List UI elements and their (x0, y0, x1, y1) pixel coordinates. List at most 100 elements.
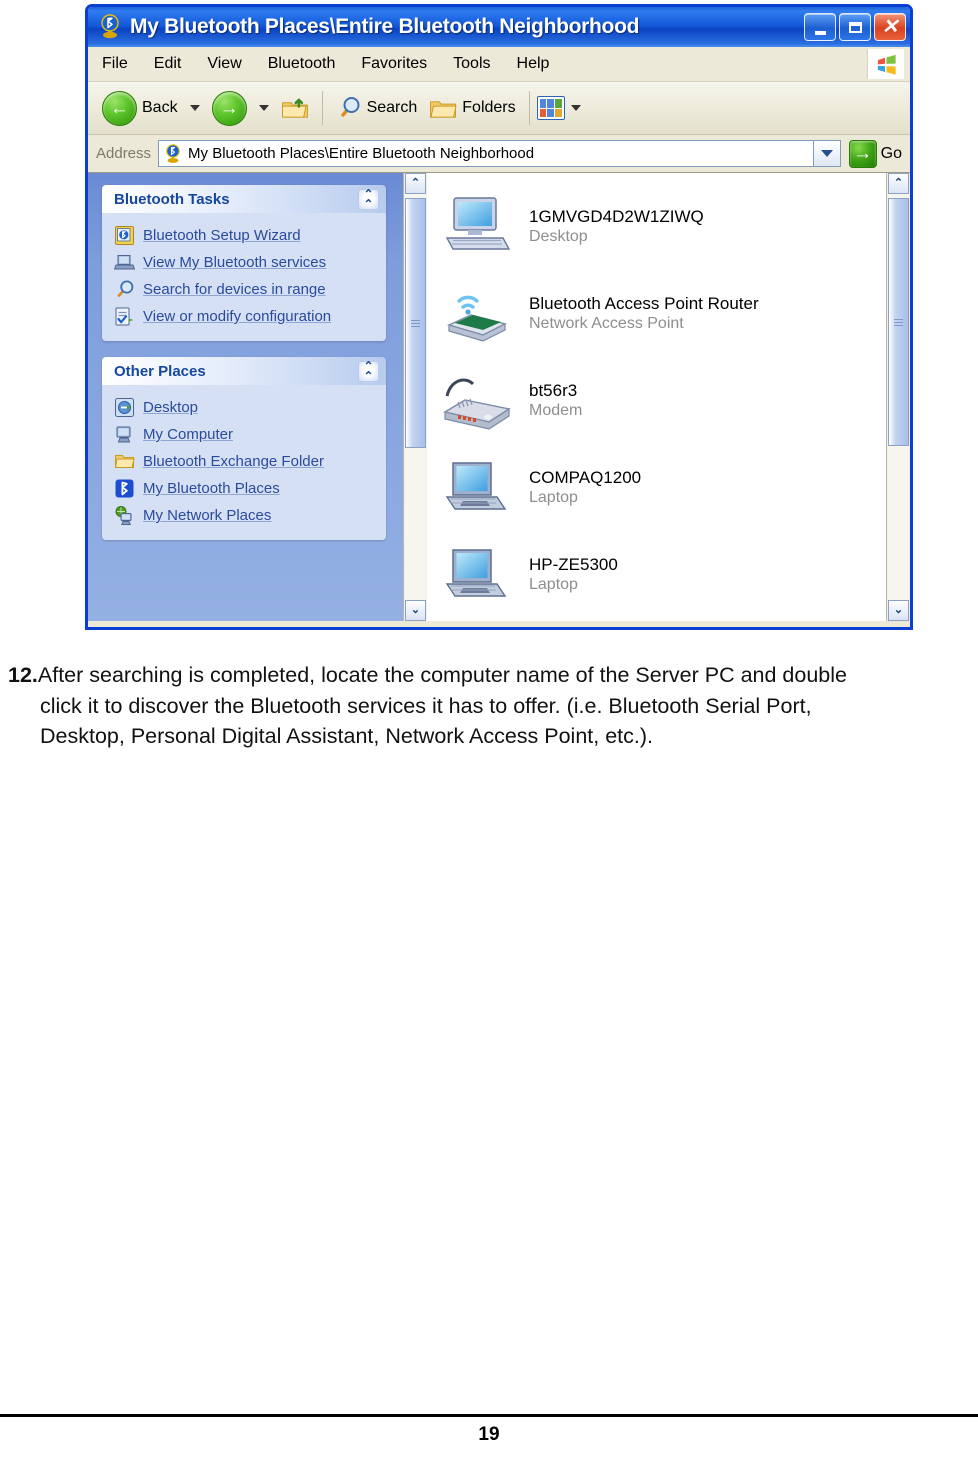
search-magnifier-icon (336, 95, 362, 121)
footer-divider (0, 1414, 978, 1417)
menu-item-bluetooth[interactable]: Bluetooth (256, 52, 348, 76)
panel-header[interactable]: Bluetooth Tasks ⌃ ⌃ (102, 185, 386, 213)
device-type: Modem (529, 402, 583, 420)
navigation-toolbar: ← Back → Search Folders (88, 82, 910, 135)
sidebar-item-label: Search for devices in range (143, 281, 326, 298)
up-folder-icon (281, 97, 309, 120)
sidebar-item-desktop[interactable]: Desktop (102, 394, 386, 421)
menu-item-tools[interactable]: Tools (441, 52, 502, 76)
sidebar-item-search-for-devices-in-range[interactable]: Search for devices in range (102, 276, 386, 303)
menu-item-file[interactable]: File (90, 52, 140, 76)
step-number: 12. (8, 663, 38, 687)
configuration-icon (114, 306, 135, 327)
menu-bar: File Edit View Bluetooth Favorites Tools… (88, 47, 910, 82)
menu-item-edit[interactable]: Edit (142, 52, 194, 76)
sidebar-item-view-my-bluetooth-services[interactable]: View My Bluetooth services (102, 249, 386, 276)
scroll-up-button[interactable]: ⌃ (888, 173, 909, 194)
chevron-up-double-icon[interactable]: ⌃ ⌃ (358, 360, 379, 382)
list-item[interactable]: 1GMVGD4D2W1ZIWQ Desktop (441, 183, 886, 270)
up-button[interactable] (275, 95, 315, 122)
views-dropdown-caret-icon[interactable] (570, 105, 581, 111)
bluetooth-icon (114, 478, 135, 499)
sidebar-item-bluetooth-exchange-folder[interactable]: Bluetooth Exchange Folder (102, 448, 386, 475)
device-text: HP-ZE5300 Laptop (529, 554, 618, 595)
file-list-scrollbar[interactable]: ⌃ ⌄ (886, 173, 910, 621)
sidebar-item-label: View My Bluetooth services (143, 254, 327, 271)
page-number: 19 (478, 1424, 500, 1445)
scroll-down-button[interactable]: ⌄ (405, 600, 426, 621)
device-text: COMPAQ1200 Laptop (529, 467, 641, 508)
scroll-thumb[interactable] (888, 198, 909, 446)
menu-item-help[interactable]: Help (505, 52, 562, 76)
sidebar-item-label: Bluetooth Exchange Folder (143, 453, 324, 470)
sidebar-scrollbar[interactable]: ⌃ ⌄ (403, 173, 427, 621)
list-item[interactable]: Bluetooth Access Point Router Network Ac… (441, 270, 886, 357)
modem-icon (441, 368, 515, 434)
go-button[interactable]: → Go (848, 139, 906, 168)
folders-button[interactable]: Folders (423, 95, 521, 122)
laptop-icon (113, 252, 136, 273)
close-button[interactable]: ✕ (874, 13, 906, 41)
laptop-computer-icon (441, 542, 515, 608)
address-value: My Bluetooth Places\Entire Bluetooth Nei… (188, 145, 535, 162)
views-icon[interactable] (536, 96, 565, 120)
explorer-client-area: Bluetooth Tasks ⌃ ⌃ Bluetooth Setup Wiza… (88, 173, 910, 621)
bluetooth-wizard-icon (114, 225, 135, 246)
chevron-up-double-icon[interactable]: ⌃ ⌃ (358, 188, 379, 210)
device-type: Network Access Point (529, 315, 684, 333)
sidebar-item-view-or-modify-configuration[interactable]: View or modify configuration (102, 303, 386, 330)
list-item[interactable]: HP-ZE5300 Laptop (441, 531, 886, 618)
panel-header[interactable]: Other Places ⌃ ⌃ (102, 357, 386, 385)
toolbar-separator (321, 91, 323, 125)
device-name: 1GMVGD4D2W1ZIWQ (529, 206, 704, 226)
device-text: bt56r3 Modem (529, 380, 582, 421)
sidebar-item-bluetooth-setup-wizard[interactable]: Bluetooth Setup Wizard (102, 222, 386, 249)
scroll-down-button[interactable]: ⌄ (888, 600, 909, 621)
list-item[interactable]: COMPAQ1200 Laptop (441, 444, 886, 531)
panel-bluetooth-tasks: Bluetooth Tasks ⌃ ⌃ Bluetooth Setup Wiza… (102, 185, 386, 341)
sidebar-item-my-bluetooth-places[interactable]: My Bluetooth Places (102, 475, 386, 502)
forward-button[interactable]: → (206, 89, 253, 128)
step-line-3: Desktop, Personal Digital Assistant, Net… (40, 724, 654, 749)
sidebar-item-my-computer[interactable]: My Computer (102, 421, 386, 448)
laptop-computer-icon (441, 455, 515, 521)
sidebar-item-label: My Bluetooth Places (143, 480, 280, 497)
window-controls: ✕ (804, 13, 906, 41)
minimize-button[interactable] (804, 13, 836, 41)
address-dropdown-button[interactable] (813, 140, 841, 167)
sidebar-item-label: My Network Places (143, 507, 272, 524)
bluetooth-globe-icon (163, 143, 183, 164)
back-dropdown-caret-icon[interactable] (189, 105, 200, 111)
forward-arrow-icon: → (211, 90, 247, 126)
menu-item-favorites[interactable]: Favorites (349, 52, 439, 76)
step-line-2: click it to discover the Bluetooth servi… (40, 693, 812, 718)
panel-other-places: Other Places ⌃ ⌃ Desktop My Computer Blu… (102, 357, 386, 540)
maximize-button[interactable] (839, 13, 871, 41)
device-name: COMPAQ1200 (529, 467, 642, 487)
device-list: 1GMVGD4D2W1ZIWQ Desktop Bluetooth Access… (427, 173, 886, 621)
scroll-up-button[interactable]: ⌃ (405, 173, 426, 194)
sidebar-item-label: View or modify configuration (143, 308, 332, 325)
scroll-track[interactable] (405, 194, 426, 600)
back-button[interactable]: ← Back (96, 89, 184, 128)
forward-dropdown-caret-icon[interactable] (258, 105, 269, 111)
explorer-window: My Bluetooth Places\Entire Bluetooth Nei… (85, 4, 913, 630)
magnifier-icon (114, 279, 135, 300)
scroll-track[interactable] (888, 194, 909, 600)
search-label: Search (366, 99, 418, 116)
sidebar-item-label: My Computer (143, 426, 234, 443)
windows-flag-logo (867, 49, 904, 79)
sidebar-item-my-network-places[interactable]: My Network Places (102, 502, 386, 529)
scroll-thumb[interactable] (405, 198, 426, 448)
device-text: 1GMVGD4D2W1ZIWQ Desktop (529, 206, 704, 247)
panel-body: Desktop My Computer Bluetooth Exchange F… (102, 385, 386, 540)
address-input[interactable]: My Bluetooth Places\Entire Bluetooth Nei… (158, 140, 814, 167)
window-title: My Bluetooth Places\Entire Bluetooth Nei… (130, 15, 640, 38)
search-button[interactable]: Search (330, 93, 424, 123)
list-item[interactable]: bt56r3 Modem (441, 357, 886, 444)
toolbar-separator-2 (528, 91, 530, 125)
my-computer-icon (114, 424, 135, 445)
step-line-1: After searching is completed, locate the… (37, 663, 847, 687)
menu-item-view[interactable]: View (195, 52, 253, 76)
document-page: My Bluetooth Places\Entire Bluetooth Nei… (0, 0, 978, 1462)
